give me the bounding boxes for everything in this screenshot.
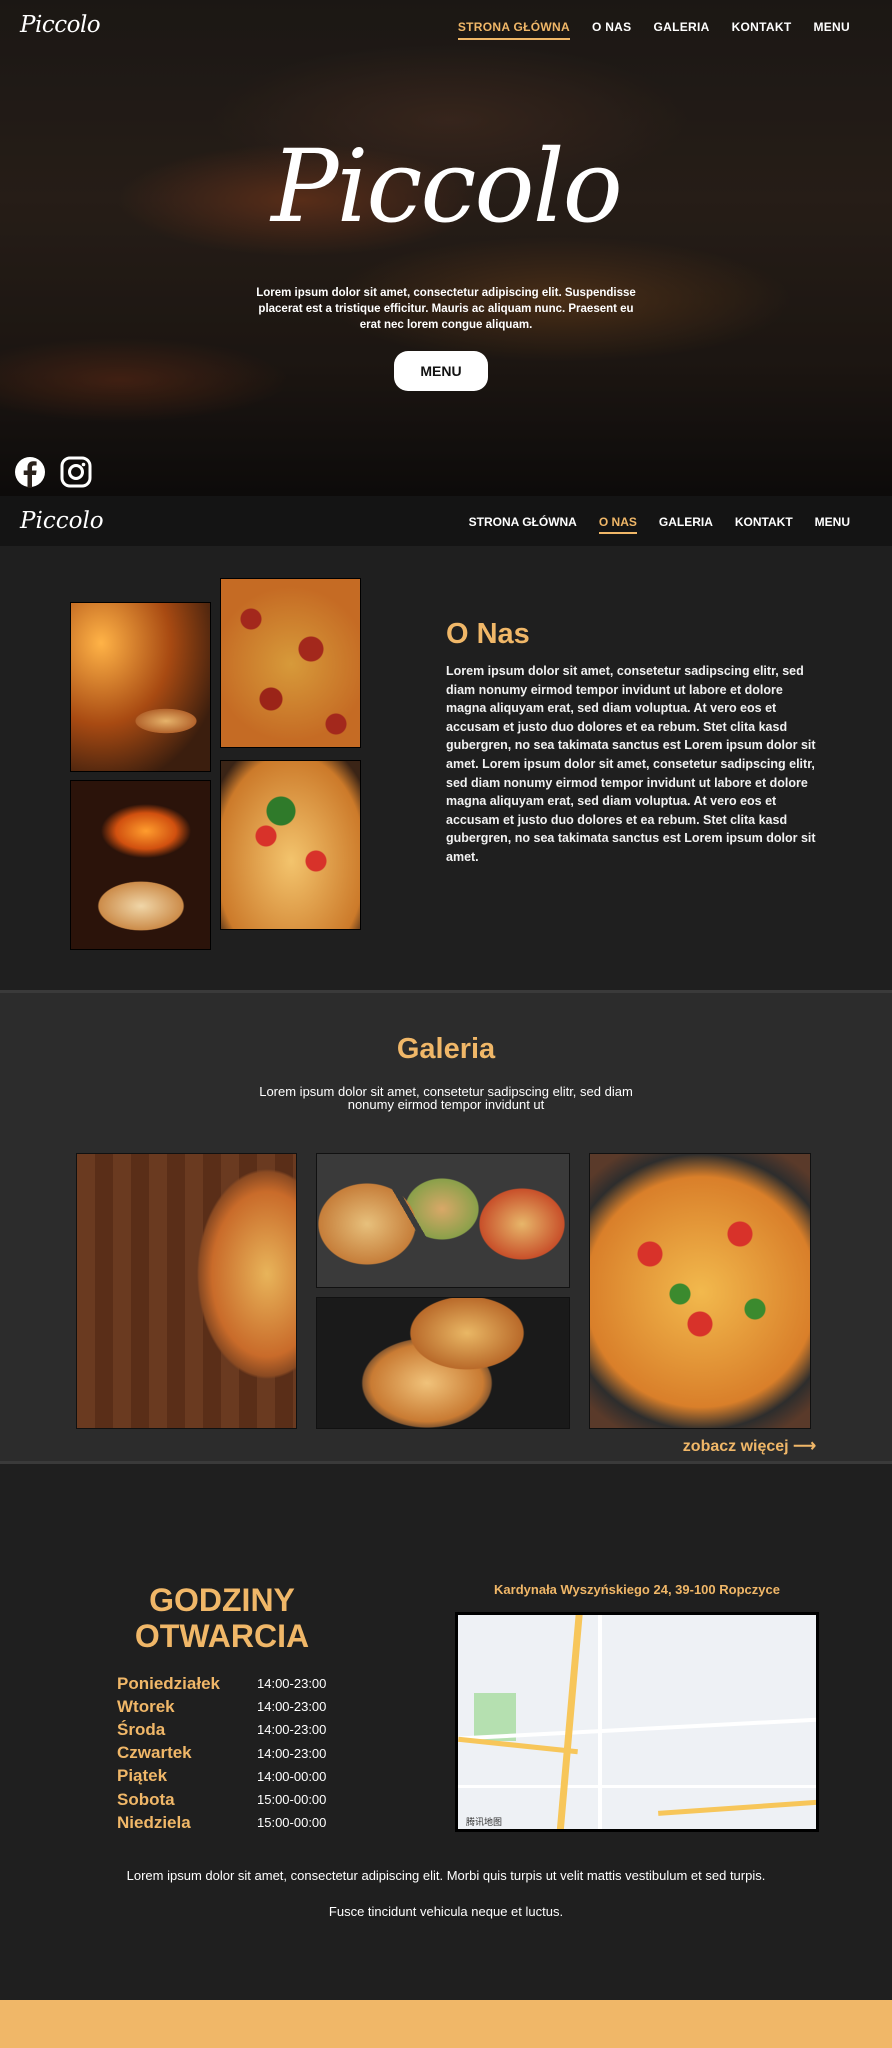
hours-day: Wtorek [117,1696,175,1716]
map-highway [658,1799,816,1816]
gallery-text: Lorem ipsum dolor sit amet, consetetur s… [259,1084,633,1112]
hours-time: 14:00-23:00 [257,1676,327,1692]
hours-row: Niedziela 15:00-00:00 [117,1811,326,1834]
nav-item-about[interactable]: O NAS [592,20,632,40]
map-highway [555,1615,584,1829]
about-photo-tomato-pizza [220,760,361,930]
hours-row: Sobota 15:00-00:00 [117,1788,326,1811]
about-section: O Nas Lorem ipsum dolor sit amet, conset… [0,546,892,990]
hours-day: Niedziela [117,1812,191,1832]
nav-item-home[interactable]: STRONA GŁÓWNA [457,20,570,40]
address-text: Kardynała Wyszyńskiego 24, 39-100 Ropczy… [494,1582,780,1597]
about-photo-oven [70,602,211,772]
hours-day: Poniedziałek [117,1673,220,1693]
about-photo-pepperoni [220,578,361,748]
gallery-section: Galeria Lorem ipsum dolor sit amet, cons… [0,990,892,1464]
top-nav: Piccolo STRONA GŁÓWNA O NAS GALERIA KONT… [0,0,892,58]
menu-button[interactable]: MENU [394,351,488,391]
hours-day: Sobota [117,1789,175,1809]
hours-section: GODZINY OTWARCIA Poniedziałek 14:00-23:00… [0,1464,892,2000]
hours-row: Środa 14:00-23:00 [117,1718,326,1741]
hours-text: Lorem ipsum dolor sit amet, consectetur … [126,1868,766,1919]
hours-row: Wtorek 14:00-23:00 [117,1695,326,1718]
social-links [14,456,92,488]
nav-item-menu[interactable]: MENU [813,20,850,40]
nav-item-gallery[interactable]: GALERIA [659,515,713,534]
hero-section: Piccolo STRONA GŁÓWNA O NAS GALERIA KONT… [0,0,892,496]
hero-text: Lorem ipsum dolor sit amet, consectetur … [256,287,636,331]
hours-time: 14:00-00:00 [257,1768,327,1784]
map-highway [458,1736,578,1755]
nav-item-about[interactable]: O NAS [598,515,637,534]
hours-time: 14:00-23:00 [257,1745,327,1761]
hours-time: 14:00-23:00 [257,1699,327,1715]
footer-bar [0,2000,892,2048]
hours-time: 15:00-00:00 [257,1815,327,1831]
nav-item-contact[interactable]: KONTAKT [735,515,793,534]
hours-time: 15:00-00:00 [257,1792,327,1808]
nav-item-gallery[interactable]: GALERIA [653,20,709,40]
map-road [598,1615,602,1829]
instagram-icon[interactable] [60,456,92,488]
about-title: O Nas [446,618,530,650]
gallery-title: Galeria [396,1033,496,1065]
nav-item-contact[interactable]: KONTAKT [732,20,792,40]
map-road [458,1785,816,1788]
about-text: Lorem ipsum dolor sit amet, consetetur s… [446,664,816,864]
location-map[interactable]: 腾讯地图 [455,1612,819,1832]
hours-day: Piątek [117,1766,168,1786]
hours-row: Czwartek 14:00-23:00 [117,1742,326,1765]
logo[interactable]: Piccolo [20,12,101,38]
gallery-photo-2[interactable] [316,1153,570,1288]
facebook-icon[interactable] [14,456,46,488]
hours-day: Czwartek [117,1743,192,1763]
about-photo-fire-oven [70,780,211,950]
hero-title: Piccolo [271,128,623,245]
gallery-photo-3[interactable] [316,1297,570,1429]
hours-row: Poniedziałek 14:00-23:00 [117,1672,326,1695]
map-credit: 腾讯地图 [466,1818,503,1828]
nav-item-home[interactable]: STRONA GŁÓWNA [469,515,577,534]
hours-row: Piątek 14:00-00:00 [117,1765,326,1788]
hours-day: Środa [117,1719,166,1739]
gallery-photo-1[interactable] [76,1153,297,1429]
hours-title: GODZINY OTWARCIA [134,1582,310,1654]
nav-menu: STRONA GŁÓWNA O NAS GALERIA KONTAKT MENU [457,20,850,40]
see-more-link[interactable]: zobacz więcej ⟶ [683,1436,816,1456]
nav-menu: STRONA GŁÓWNA O NAS GALERIA KONTAKT MENU [469,515,850,534]
hours-time: 14:00-23:00 [257,1722,327,1738]
sticky-nav: Piccolo STRONA GŁÓWNA O NAS GALERIA KONT… [0,496,892,546]
nav-item-menu[interactable]: MENU [815,515,850,534]
hours-table: Poniedziałek 14:00-23:00 Wtorek 14:00-23:0… [117,1672,326,1834]
gallery-photo-4[interactable] [589,1153,811,1429]
logo[interactable]: Piccolo [20,508,104,534]
